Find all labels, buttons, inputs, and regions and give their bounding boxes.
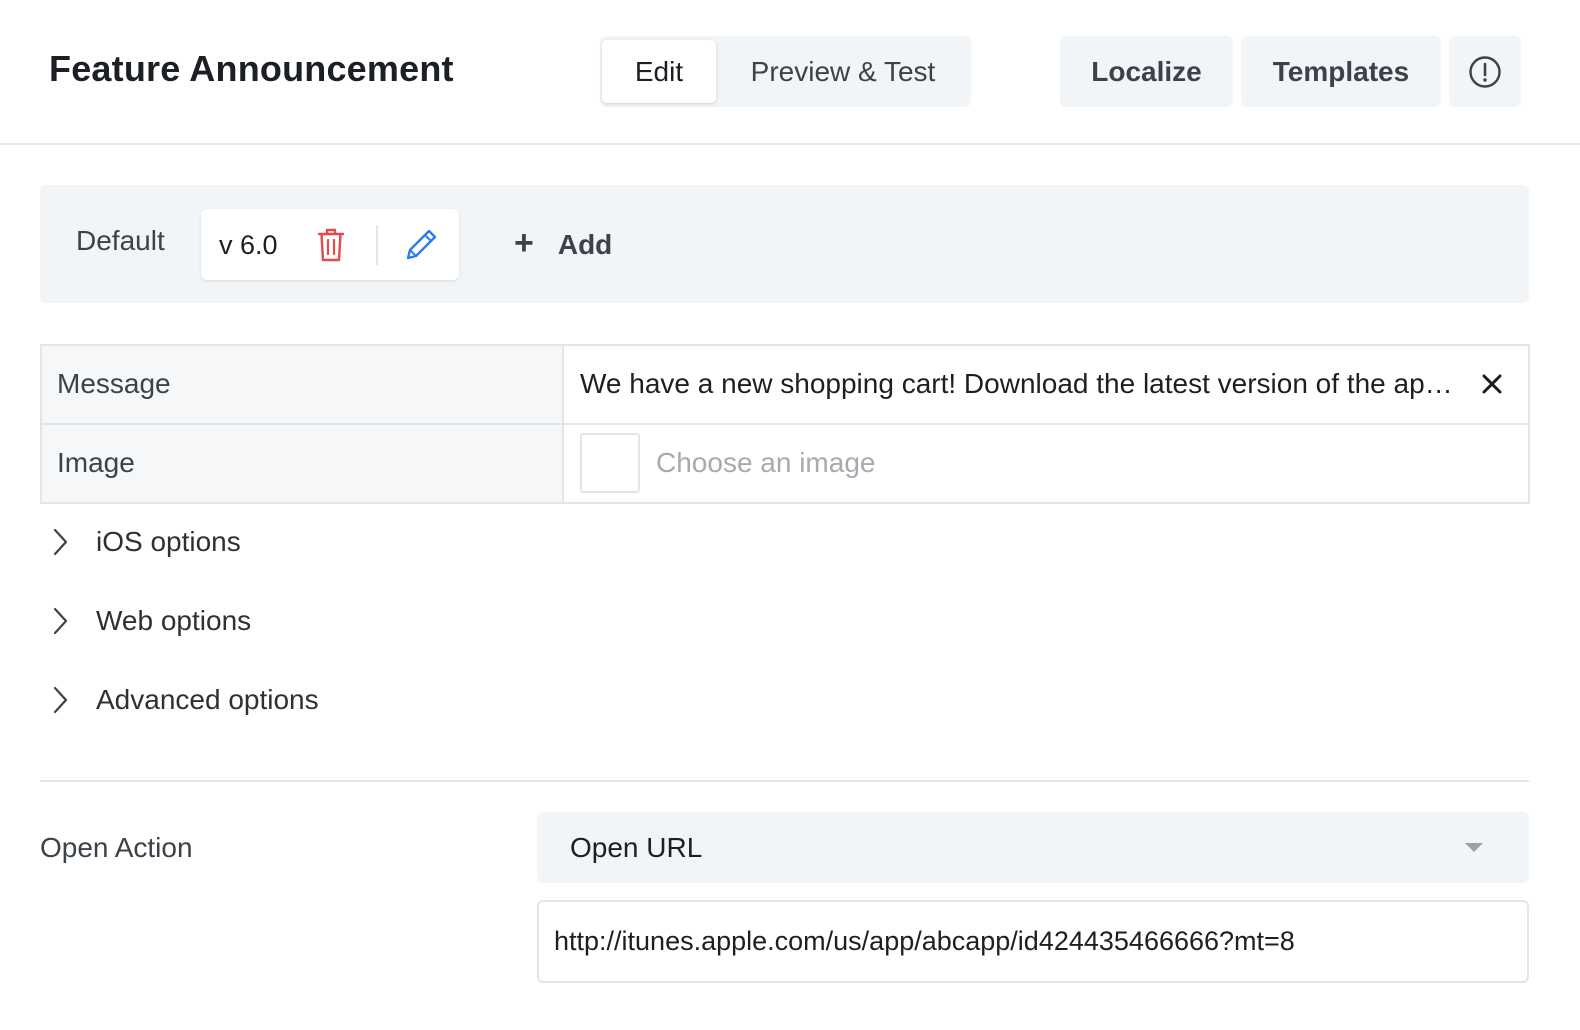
section-label: iOS options	[96, 526, 241, 557]
page-header: Feature Announcement Edit Preview & Test…	[0, 0, 1580, 145]
variant-default-label[interactable]: Default	[76, 225, 165, 257]
section-label: Advanced options	[96, 684, 319, 715]
message-label: Message	[57, 368, 171, 399]
tab-preview-test[interactable]: Preview & Test	[718, 40, 968, 103]
fields-table: Message We have a new shopping cart! Dow…	[40, 344, 1530, 504]
image-label: Image	[57, 447, 135, 478]
section-ios-options[interactable]: iOS options	[40, 517, 640, 567]
mode-tabs: Edit Preview & Test	[600, 36, 971, 107]
section-label: Web options	[96, 605, 252, 636]
chevron-right-icon	[53, 686, 68, 714]
add-variant-label: Add	[557, 229, 613, 260]
caret-down-icon	[1465, 843, 1483, 852]
page-title: Feature Announcement	[49, 48, 454, 89]
open-action-select[interactable]: Open URL	[537, 812, 1529, 883]
chevron-right-icon	[53, 607, 68, 635]
chevron-right-icon	[53, 528, 68, 556]
plus-icon: +	[514, 224, 534, 262]
image-thumbnail-placeholder[interactable]	[580, 433, 640, 493]
chip-divider	[376, 225, 378, 265]
message-row: Message We have a new shopping cart! Dow…	[42, 346, 1528, 425]
tab-edit[interactable]: Edit	[602, 40, 716, 103]
choose-image-placeholder[interactable]: Choose an image	[656, 447, 875, 479]
section-divider	[40, 780, 1529, 782]
message-field[interactable]: We have a new shopping cart! Download th…	[580, 368, 1460, 400]
image-label-cell: Image	[42, 425, 564, 502]
variant-name: v 6.0	[219, 230, 278, 260]
pencil-icon[interactable]	[402, 226, 440, 264]
section-advanced-options[interactable]: Advanced options	[40, 675, 640, 725]
open-action-selected-value: Open URL	[570, 832, 703, 863]
info-circle-icon	[1469, 55, 1501, 88]
open-action-label: Open Action	[40, 832, 193, 863]
info-button[interactable]	[1449, 36, 1521, 107]
localize-button[interactable]: Localize	[1060, 36, 1233, 107]
image-value-cell[interactable]: Choose an image	[564, 425, 1528, 502]
section-web-options[interactable]: Web options	[40, 596, 640, 646]
add-variant-button[interactable]: + Add	[514, 225, 612, 265]
variant-chip[interactable]: v 6.0	[201, 209, 459, 280]
variant-bar: Default v 6.0 + Add	[40, 185, 1529, 303]
image-row: Image Choose an image	[42, 425, 1528, 502]
close-icon[interactable]	[1476, 366, 1508, 402]
message-label-cell: Message	[42, 346, 564, 423]
message-value-cell[interactable]: We have a new shopping cart! Download th…	[564, 346, 1528, 423]
url-input[interactable]	[537, 900, 1529, 983]
templates-button[interactable]: Templates	[1241, 36, 1441, 107]
trash-icon[interactable]	[316, 226, 346, 264]
